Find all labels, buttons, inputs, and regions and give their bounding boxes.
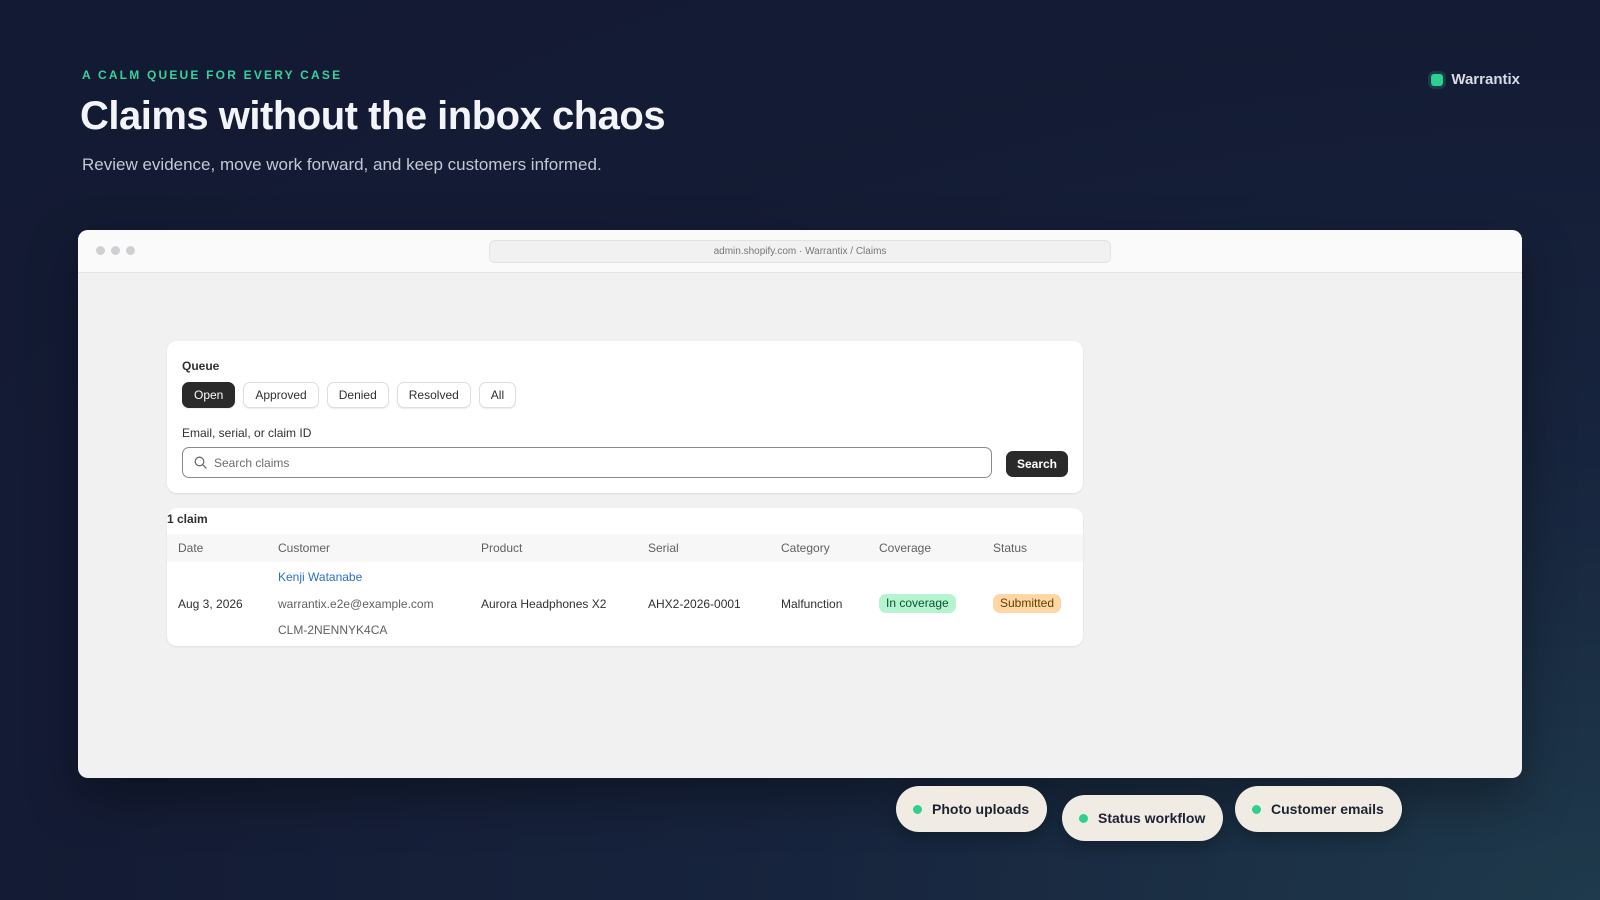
window-dot-icon[interactable] [111,246,120,255]
tab-approved[interactable]: Approved [243,382,319,408]
brand-logo: Warrantix [1431,71,1520,88]
claims-card: 1 claim Date Customer Product Serial Cat… [167,508,1083,646]
address-bar[interactable]: admin.shopify.com · Warrantix / Claims [489,240,1111,263]
window-dot-icon[interactable] [96,246,105,255]
queue-tabs: Open Approved Denied Resolved All [182,382,517,408]
brand-mark-icon [1431,73,1444,86]
customer-name-link[interactable]: Kenji Watanabe [278,570,362,584]
hero-subtitle: Review evidence, move work forward, and … [82,155,602,174]
column-header-serial: Serial [648,541,679,555]
feature-dot-icon [1252,804,1261,814]
hero-eyebrow: A CALM QUEUE FOR EVERY CASE [82,68,343,82]
feature-label: Customer emails [1271,801,1384,817]
claim-id: CLM-2NENNYK4CA [278,623,388,637]
tab-all[interactable]: All [478,382,517,408]
column-header-product: Product [481,541,523,555]
column-header-customer: Customer [278,541,331,555]
queue-card: Queue Open Approved Denied Resolved All … [167,341,1083,493]
search-field[interactable] [182,447,992,478]
column-header-date: Date [178,541,204,555]
coverage-badge: In coverage [879,594,956,613]
feature-pill-status-workflow: Status workflow [1062,795,1224,841]
queue-label: Queue [182,359,220,373]
search-button[interactable]: Search [1006,451,1068,477]
column-header-coverage: Coverage [879,541,932,555]
feature-pill-photo-uploads: Photo uploads [896,786,1048,832]
column-header-category: Category [781,541,830,555]
browser-titlebar: admin.shopify.com · Warrantix / Claims [78,230,1522,273]
claim-date: Aug 3, 2026 [178,597,243,611]
feature-dot-icon [913,804,922,814]
tab-resolved[interactable]: Resolved [396,382,471,408]
table-row[interactable]: Aug 3, 2026 Kenji Watanabe warrantix.e2e… [167,562,1083,646]
column-header-status: Status [993,541,1028,555]
feature-pill-customer-emails: Customer emails [1235,786,1402,832]
claim-product: Aurora Headphones X2 [481,597,607,611]
brand-name: Warrantix [1451,71,1520,88]
table-header: Date Customer Product Serial Category Co… [167,534,1083,562]
customer-email: warrantix.e2e@example.com [278,597,434,611]
browser-window: admin.shopify.com · Warrantix / Claims Q… [78,230,1522,778]
hero-title: Claims without the inbox chaos [80,94,666,138]
tab-open[interactable]: Open [182,382,236,408]
search-label: Email, serial, or claim ID [182,426,312,440]
claim-category: Malfunction [781,597,843,611]
status-badge: Submitted [993,594,1062,613]
tab-denied[interactable]: Denied [326,382,389,408]
search-input[interactable] [214,455,974,470]
window-dot-icon[interactable] [126,246,135,255]
feature-label: Status workflow [1098,810,1206,826]
window-controls [96,246,135,255]
search-icon [194,456,207,469]
claims-count: 1 claim [167,512,208,526]
feature-label: Photo uploads [932,801,1030,817]
claim-serial: AHX2-2026-0001 [648,597,741,611]
feature-dot-icon [1079,813,1088,823]
